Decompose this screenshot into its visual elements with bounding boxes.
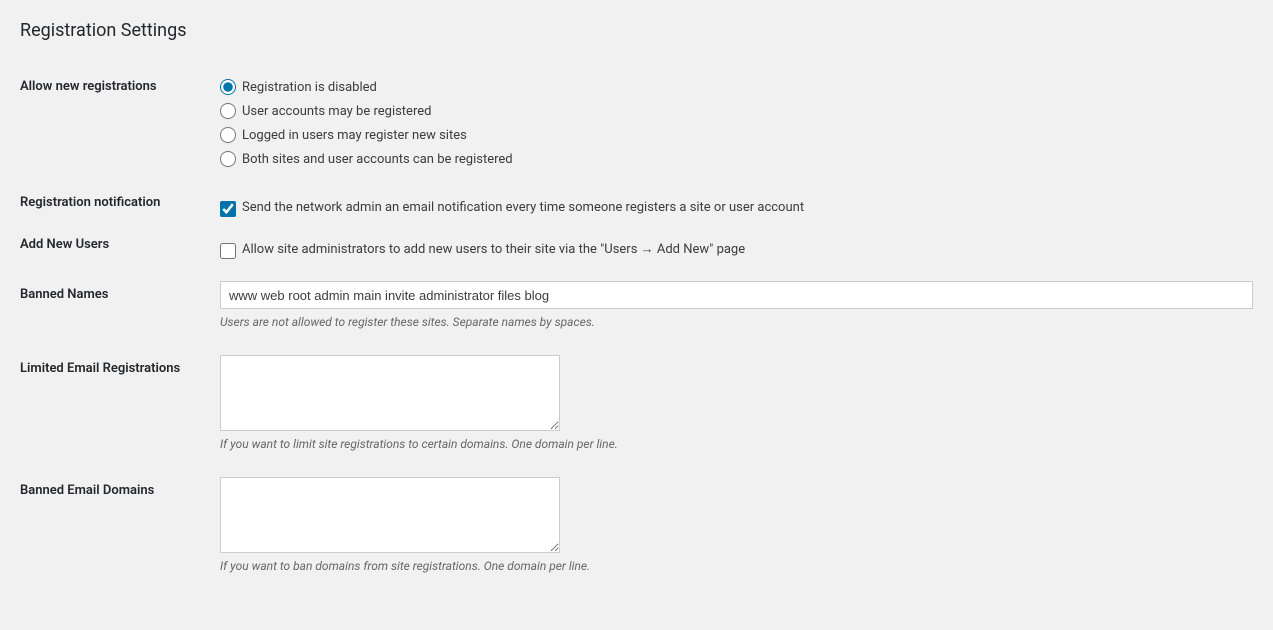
registration-notification-label: Registration notification (20, 195, 160, 210)
checkbox-notification-wrapper: Send the network admin an email notifica… (220, 199, 1253, 217)
banned-names-input[interactable] (220, 281, 1253, 309)
radio-label-both[interactable]: Both sites and user accounts can be regi… (242, 152, 513, 167)
radio-registration-disabled[interactable] (220, 79, 236, 95)
row-add-new-users: Add New Users Allow site administrators … (20, 227, 1253, 269)
banned-names-help: Users are not allowed to register these … (220, 314, 1253, 331)
checkbox-add-users-wrapper: Allow site administrators to add new use… (220, 241, 1253, 259)
add-new-users-label: Add New Users (20, 237, 109, 252)
banned-email-domains-textarea[interactable] (220, 477, 560, 553)
settings-table: Allow new registrations Registration is … (20, 69, 1253, 585)
radio-registration-both[interactable] (220, 151, 236, 167)
row-banned-names: Banned Names Users are not allowed to re… (20, 269, 1253, 341)
radio-label-logged-in[interactable]: Logged in users may register new sites (242, 128, 467, 143)
radio-option-both: Both sites and user accounts can be regi… (220, 151, 1253, 167)
page-title: Registration Settings (20, 20, 1253, 49)
checkbox-registration-notification[interactable] (220, 201, 236, 217)
limited-email-help: If you want to limit site registrations … (220, 436, 1253, 453)
radio-label-disabled[interactable]: Registration is disabled (242, 80, 377, 95)
radio-label-user-accounts[interactable]: User accounts may be registered (242, 104, 431, 119)
row-registration-notification: Registration notification Send the netwo… (20, 185, 1253, 227)
banned-email-domains-help: If you want to ban domains from site reg… (220, 558, 1253, 575)
checkbox-add-new-users[interactable] (220, 243, 236, 259)
row-limited-email-registrations: Limited Email Registrations If you want … (20, 341, 1253, 463)
checkbox-add-users-label[interactable]: Allow site administrators to add new use… (242, 241, 745, 259)
limited-email-label: Limited Email Registrations (20, 361, 180, 376)
row-banned-email-domains: Banned Email Domains If you want to ban … (20, 463, 1253, 585)
allow-registrations-label: Allow new registrations (20, 79, 157, 94)
radio-option-logged-in: Logged in users may register new sites (220, 127, 1253, 143)
limited-email-textarea[interactable] (220, 355, 560, 431)
radio-option-disabled: Registration is disabled (220, 79, 1253, 95)
checkbox-notification-label[interactable]: Send the network admin an email notifica… (242, 199, 804, 217)
banned-names-label: Banned Names (20, 287, 108, 302)
radio-registration-logged-in[interactable] (220, 127, 236, 143)
row-allow-registrations: Allow new registrations Registration is … (20, 69, 1253, 185)
radio-option-user-accounts: User accounts may be registered (220, 103, 1253, 119)
banned-email-domains-label: Banned Email Domains (20, 483, 154, 498)
radio-registration-user-accounts[interactable] (220, 103, 236, 119)
